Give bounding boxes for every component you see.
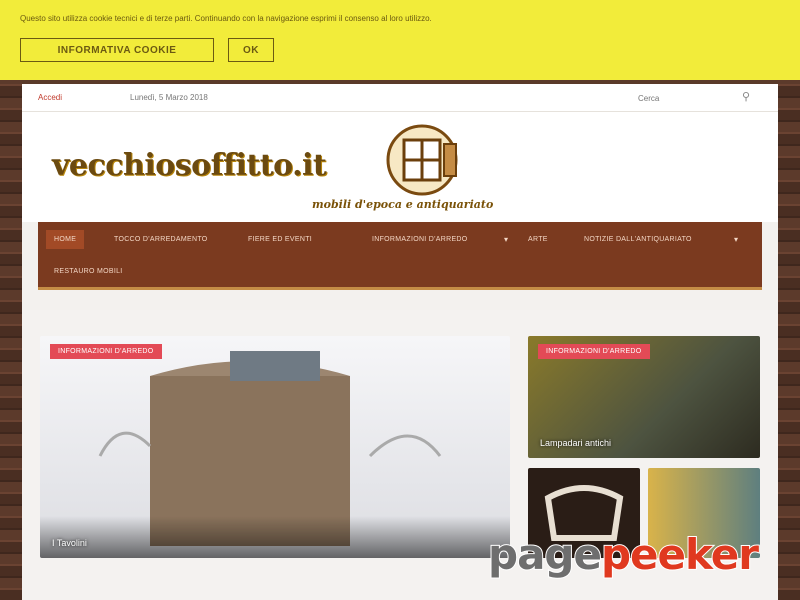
cookie-text: Questo sito utilizza cookie tecnici e di… — [20, 14, 432, 23]
search-icon[interactable]: ⚲ — [742, 90, 756, 104]
cookie-info-button[interactable]: INFORMATIVA COOKIE — [20, 38, 214, 62]
brick-background-right — [778, 80, 800, 600]
top-bar: Accedi Lunedì, 5 Marzo 2018 ⚲ — [22, 84, 778, 112]
site-logo[interactable]: vecchiosoffitto.it — [52, 148, 327, 183]
category-badge[interactable]: INFORMAZIONI D'ARREDO — [50, 344, 162, 359]
search-input[interactable] — [638, 90, 758, 106]
page-container: Accedi Lunedì, 5 Marzo 2018 ⚲ vecchiosof… — [22, 84, 778, 600]
cookie-banner: Questo sito utilizza cookie tecnici e di… — [0, 0, 800, 80]
cookie-ok-button[interactable]: OK — [228, 38, 274, 62]
current-date: Lunedì, 5 Marzo 2018 — [130, 93, 208, 102]
nav-item-restauro[interactable]: RESTAURO MOBILI — [54, 268, 123, 275]
chevron-down-icon[interactable]: ▾ — [504, 235, 508, 244]
window-logo-icon — [386, 124, 458, 196]
featured-article-side[interactable]: INFORMAZIONI D'ARREDO Lampadari antichi — [528, 336, 760, 458]
login-link[interactable]: Accedi — [38, 93, 62, 102]
pagepeeker-watermark: pagepeeker — [487, 529, 760, 580]
furniture-image — [40, 351, 510, 558]
chevron-down-icon[interactable]: ▾ — [734, 235, 738, 244]
nav-item-informazioni[interactable]: INFORMAZIONI D'ARREDO — [372, 236, 468, 243]
article-title[interactable]: I Tavolini — [52, 538, 87, 548]
nav-item-notizie[interactable]: NOTIZIE DALL'ANTIQUARIATO — [584, 236, 692, 243]
category-badge[interactable]: INFORMAZIONI D'ARREDO — [538, 344, 650, 359]
site-tagline: mobili d'epoca e antiquariato — [312, 198, 494, 211]
site-header: vecchiosoffitto.it mobili d'epoca e anti… — [22, 112, 778, 222]
brick-background-left — [0, 80, 22, 600]
nav-item-arte[interactable]: ARTE — [528, 236, 548, 243]
article-title[interactable]: Lampadari antichi — [540, 438, 611, 448]
nav-item-fiere[interactable]: FIERE ED EVENTI — [248, 236, 312, 243]
nav-item-home[interactable]: HOME — [46, 230, 85, 249]
nav-item-tocco[interactable]: TOCCO D'ARREDAMENTO — [114, 236, 208, 243]
main-nav: HOME TOCCO D'ARREDAMENTO FIERE ED EVENTI… — [38, 222, 762, 290]
featured-article-main[interactable]: INFORMAZIONI D'ARREDO I Tavolini — [40, 336, 510, 558]
